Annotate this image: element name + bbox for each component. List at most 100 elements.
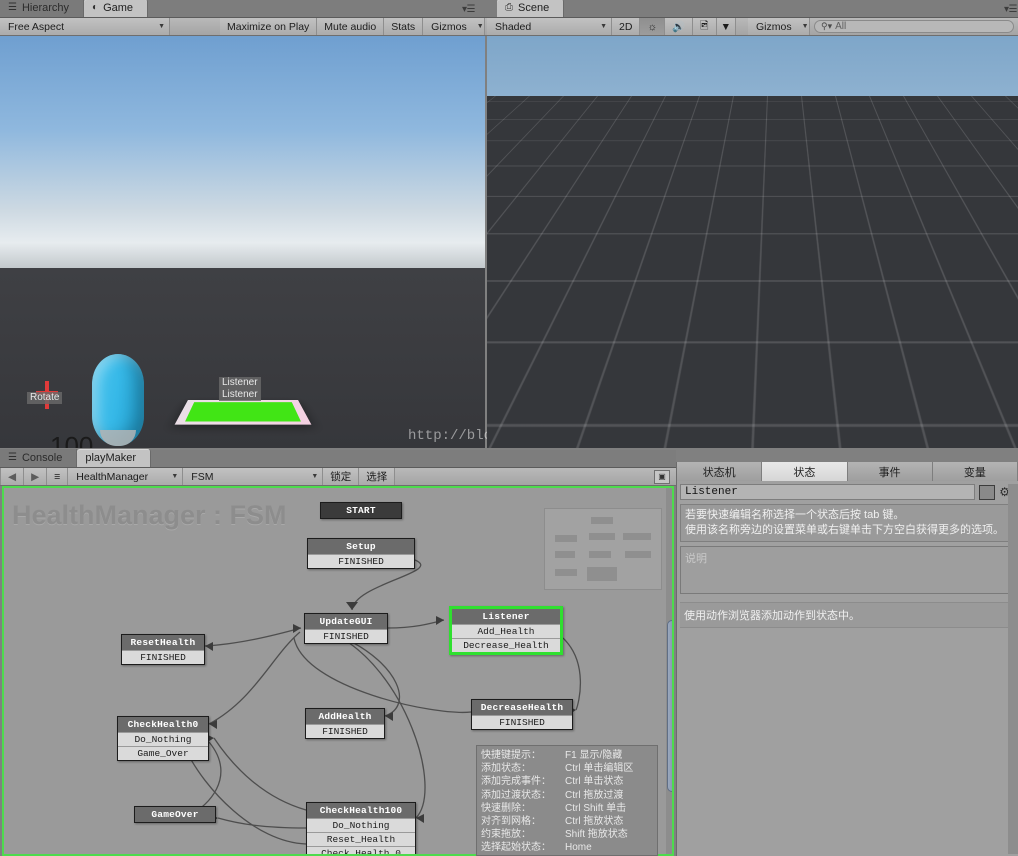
unity-editor-window: ☰ Hierarchy ◐ Game ▾☰ Free Aspect ▼ Maxi… xyxy=(0,0,1018,856)
listener-label-1: Listener xyxy=(219,377,261,389)
fsm-node-setup[interactable]: Setup FINISHED xyxy=(307,538,415,569)
mute-audio-button[interactable]: Mute audio xyxy=(317,18,385,35)
tab-hierarchy-label: Hierarchy xyxy=(21,2,70,14)
shortcut-hint-value: Ctrl 单击编辑区 xyxy=(565,763,634,775)
minimap-node xyxy=(591,517,613,524)
fx-dropdown-arrow[interactable]: ▼ xyxy=(716,18,736,35)
fsm-node-gameover[interactable]: GameOver xyxy=(134,806,216,823)
fsm-label: FSM xyxy=(191,470,214,483)
fx-toggle-button[interactable]: 🖻 xyxy=(693,18,717,35)
inspector-scrollbar[interactable] xyxy=(1008,484,1018,854)
audio-toggle-button[interactable]: 🔊 xyxy=(665,18,694,35)
fsm-graph-scroll-thumb[interactable] xyxy=(667,620,672,792)
game-sky xyxy=(0,36,485,271)
tab-console[interactable]: ☰ Console xyxy=(0,449,78,467)
maximize-on-play-button[interactable]: Maximize on Play xyxy=(220,18,318,35)
fsm-node-event[interactable]: Do_Nothing xyxy=(118,732,208,746)
fsm-node-title: GameOver xyxy=(135,807,215,822)
nav-back-button[interactable]: ◀ xyxy=(0,468,25,485)
gameobject-label: HealthManager xyxy=(76,470,149,483)
draw-mode-dropdown[interactable]: Shaded ▼ xyxy=(487,18,612,35)
shortcut-hint-key: 约束拖放： xyxy=(481,829,531,841)
select-button[interactable]: 选择 xyxy=(359,468,396,485)
fsm-node-event[interactable]: FINISHED xyxy=(122,650,204,664)
lighting-toggle-button[interactable]: ☼ xyxy=(640,18,666,35)
gameobject-dropdown[interactable]: HealthManager ▼ xyxy=(68,468,184,485)
aspect-dropdown[interactable]: Free Aspect ▼ xyxy=(0,18,170,35)
fsm-node-checkhealth100[interactable]: CheckHealth100 Do_Nothing Reset_Health Chec… xyxy=(306,802,416,854)
shortcut-hint-key: 选择起始状态： xyxy=(481,842,551,854)
fsm-node-event[interactable]: FINISHED xyxy=(306,724,384,738)
scene-viewport[interactable]: Key 送 x y z ≡ Iso xyxy=(487,36,1018,448)
minimap-node xyxy=(589,551,611,558)
scene-gizmos-dropdown[interactable]: Gizmos ▼ xyxy=(748,18,810,35)
tab-scene[interactable]: ⎙ Scene xyxy=(497,0,565,17)
maximize-on-play-label: Maximize on Play xyxy=(227,20,310,33)
rotate-label: Rotate xyxy=(27,392,63,404)
game-panel-menu-icon[interactable]: ▾☰ xyxy=(462,4,475,15)
inspector-tab-2[interactable]: 事件 xyxy=(847,462,933,481)
fsm-node-title: START xyxy=(321,503,401,518)
lock-button[interactable]: 锁定 xyxy=(323,468,360,485)
fsm-node-event[interactable]: Do_Nothing xyxy=(307,818,415,832)
shortcut-hint-row: 快速删除： Ctrl Shift 单击 xyxy=(481,802,653,815)
fsm-node-event[interactable]: FINISHED xyxy=(308,554,414,568)
state-name-input[interactable]: Listener xyxy=(680,484,976,500)
game-gizmos-dropdown[interactable]: Gizmos ▼ xyxy=(423,18,486,35)
tab-playmaker[interactable]: playMaker xyxy=(77,449,152,467)
fsm-minimap[interactable] xyxy=(544,508,662,590)
fsm-node-start[interactable]: START xyxy=(320,502,402,519)
fsm-node-event[interactable]: Check_Health_0 xyxy=(307,846,415,854)
health-value-text: 100 xyxy=(50,431,94,448)
listener-plane-surface xyxy=(185,402,301,422)
inspector-tab-3[interactable]: 变量 xyxy=(932,462,1018,481)
fsm-node-title: CheckHealth100 xyxy=(307,803,415,818)
fsm-dropdown[interactable]: FSM ▼ xyxy=(183,468,324,485)
toggle-2d-button[interactable]: 2D xyxy=(612,18,641,35)
chevron-down-icon: ▼ xyxy=(600,23,607,30)
fsm-node-resethealth[interactable]: ResetHealth FINISHED xyxy=(121,634,205,665)
stats-button[interactable]: Stats xyxy=(384,18,424,35)
scene-search-value: All xyxy=(835,21,847,32)
tab-hierarchy[interactable]: ☰ Hierarchy xyxy=(0,0,85,17)
scene-search-input[interactable]: ⚲▾ All xyxy=(814,20,1014,33)
fsm-node-event[interactable]: FINISHED xyxy=(305,629,387,643)
state-name-row: Listener ⚙▾ xyxy=(680,484,1016,500)
shortcut-hint-row: 对齐到网格： Ctrl 拖放状态 xyxy=(481,815,653,828)
fsm-node-event[interactable]: Game_Over xyxy=(118,746,208,760)
hamburger-icon: ≡ xyxy=(54,470,61,483)
state-color-swatch[interactable] xyxy=(979,484,996,500)
fsm-node-event[interactable]: Reset_Health xyxy=(307,832,415,846)
game-panel-tabstrip: ☰ Hierarchy ◐ Game xyxy=(0,0,487,18)
playmaker-menu-button[interactable]: ≡ xyxy=(47,468,69,485)
layout-icon[interactable]: ▣ xyxy=(654,469,670,484)
fsm-node-title: CheckHealth0 xyxy=(118,717,208,732)
fsm-node-title: DecreaseHealth xyxy=(472,700,572,715)
shortcut-hint-key: 添加过渡状态： xyxy=(481,789,551,801)
minimap-node xyxy=(555,535,577,542)
back-arrow-icon: ◀ xyxy=(8,470,17,483)
toolbar-gap xyxy=(170,18,220,35)
fsm-node-event[interactable]: Add_Health xyxy=(452,624,560,638)
fsm-node-decreasehealth[interactable]: DecreaseHealth FINISHED xyxy=(471,699,573,730)
fsm-node-checkhealth0[interactable]: CheckHealth0 Do_Nothing Game_Over xyxy=(117,716,209,761)
fsm-node-updategui[interactable]: UpdateGUI FINISHED xyxy=(304,613,388,644)
state-description-input[interactable]: 说明 xyxy=(680,546,1016,594)
inspector-tab-1[interactable]: 状态 xyxy=(762,462,848,481)
console-icon: ☰ xyxy=(8,452,17,463)
shortcut-hint-value: Ctrl 单击状态 xyxy=(565,776,624,788)
fsm-node-listener[interactable]: Listener Add_Health Decrease_Health xyxy=(449,606,563,655)
chevron-down-icon: ▼ xyxy=(171,473,179,480)
scene-panel-menu-icon[interactable]: ▾☰ xyxy=(1004,4,1017,15)
fsm-node-event[interactable]: Decrease_Health xyxy=(452,638,560,652)
tab-game[interactable]: ◐ Game xyxy=(84,0,149,17)
search-icon: ⚲▾ xyxy=(821,21,833,31)
fsm-graph-scrollbar[interactable] xyxy=(666,488,672,854)
scene-gizmos-label: Gizmos xyxy=(756,20,792,33)
game-viewport[interactable]: Rotate 100 Listener Listener xyxy=(0,36,485,448)
inspector-help-box: 若要快速编辑名称选择一个状态后按 tab 键。 使用该名称旁边的设置菜单或右键单… xyxy=(680,504,1016,542)
fsm-node-event[interactable]: FINISHED xyxy=(472,715,572,729)
inspector-tab-0[interactable]: 状态机 xyxy=(677,462,763,481)
fsm-node-addhealth[interactable]: AddHealth FINISHED xyxy=(305,708,385,739)
nav-forward-button[interactable]: ▶ xyxy=(24,468,48,485)
